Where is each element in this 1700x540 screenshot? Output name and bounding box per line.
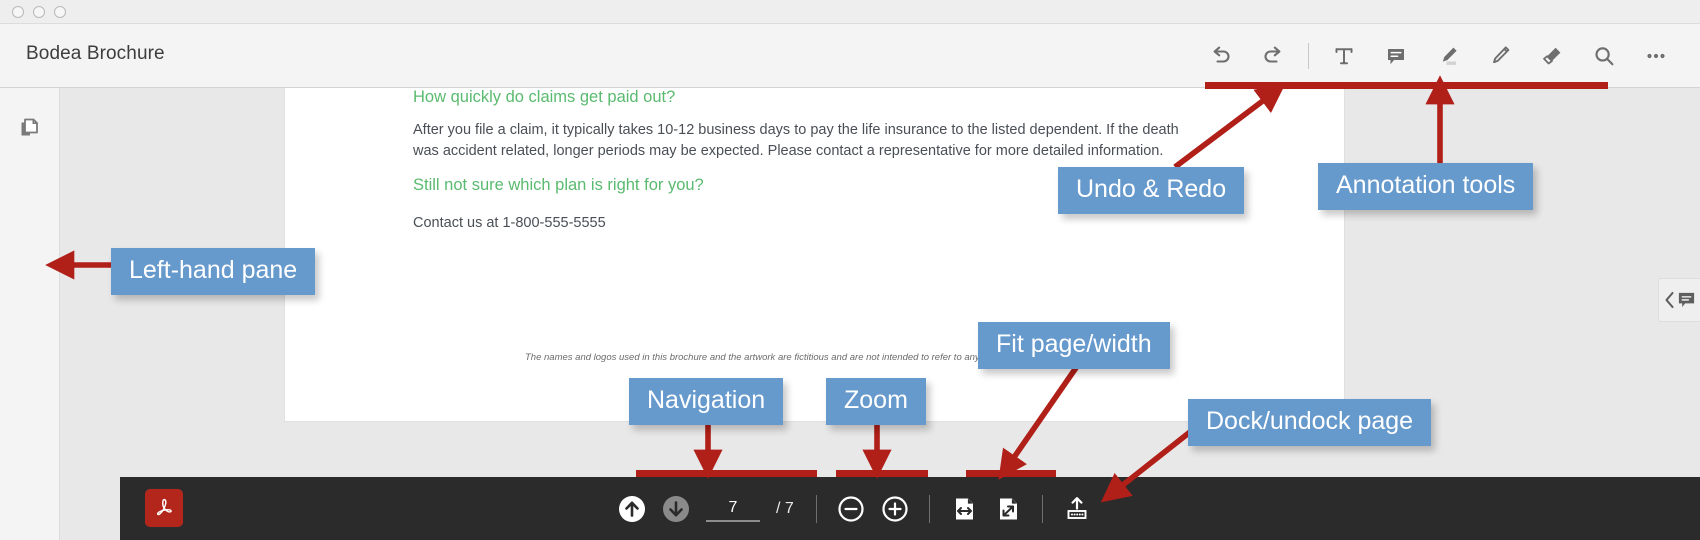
redo-button[interactable] (1247, 24, 1299, 88)
document-disclaimer: The names and logos used in this brochur… (525, 352, 1155, 363)
traffic-lights (12, 6, 66, 18)
minimize-window-button[interactable] (33, 6, 45, 18)
text-icon (1335, 48, 1353, 65)
previous-page-button[interactable] (610, 477, 654, 540)
arrow-up-circle-icon (619, 495, 645, 522)
dock-icon (1067, 496, 1087, 519)
fit-width-button[interactable] (942, 477, 986, 540)
window-titlebar (0, 0, 1700, 24)
search-button[interactable] (1578, 24, 1630, 88)
minus-circle-icon (838, 495, 864, 522)
page-thumbnails-button[interactable] (16, 114, 44, 142)
dock-undock-button[interactable] (1055, 477, 1099, 540)
current-page-input[interactable] (706, 495, 760, 522)
plus-circle-icon (882, 495, 908, 522)
undo-icon (1213, 46, 1230, 63)
controls-separator (815, 494, 817, 523)
acrobat-window: Bodea Brochure How quickly do claims get… (0, 0, 1700, 540)
controls-separator (928, 494, 930, 523)
document-heading-2: Still not sure which plan is right for y… (413, 176, 704, 194)
arrow-down-circle-icon (663, 495, 689, 522)
document-viewport[interactable]: How quickly do claims get paid out? Afte… (60, 88, 1700, 540)
highlight-button[interactable] (1422, 24, 1474, 88)
acrobat-icon (156, 498, 172, 516)
highlighter-icon (1442, 47, 1457, 65)
pencil-icon (1493, 46, 1510, 64)
more-icon (1647, 53, 1665, 59)
search-icon (1595, 47, 1614, 66)
document-paragraph-2: Contact us at 1-800-555-5555 (413, 215, 606, 231)
add-comment-button[interactable] (1370, 24, 1422, 88)
toolbar-actions (1195, 24, 1682, 88)
fit-page-button[interactable] (986, 477, 1030, 540)
toolbar-separator (1308, 43, 1309, 69)
chevron-left-icon (1664, 291, 1674, 309)
pages-icon (21, 118, 38, 136)
fit-page-icon (999, 498, 1017, 519)
maximize-window-button[interactable] (54, 6, 66, 18)
page-controls-bar: / 7 (120, 477, 1700, 540)
pdf-page: How quickly do claims get paid out? Afte… (285, 88, 1344, 421)
close-window-button[interactable] (12, 6, 24, 18)
comment-icon (1678, 292, 1694, 307)
fit-width-icon (955, 498, 973, 519)
page-title: Bodea Brochure (26, 43, 165, 64)
undo-button[interactable] (1195, 24, 1247, 88)
document-heading-1: How quickly do claims get paid out? (413, 88, 676, 106)
erase-button[interactable] (1526, 24, 1578, 88)
acrobat-app-button[interactable] (145, 489, 183, 527)
next-page-button[interactable] (654, 477, 698, 540)
left-hand-pane (0, 88, 60, 540)
add-text-button[interactable] (1318, 24, 1370, 88)
eraser-icon (1543, 47, 1561, 65)
more-button[interactable] (1630, 24, 1682, 88)
document-paragraph-1: After you file a claim, it typically tak… (413, 122, 1179, 159)
page-navigation-controls: / 7 (610, 477, 1099, 540)
zoom-in-button[interactable] (873, 477, 917, 540)
comment-icon (1388, 49, 1404, 65)
comment-panel-toggle[interactable] (1658, 278, 1700, 322)
app-toolbar: Bodea Brochure (0, 24, 1700, 88)
page-total-label: / 7 (776, 499, 794, 517)
zoom-out-button[interactable] (829, 477, 873, 540)
draw-button[interactable] (1474, 24, 1526, 88)
redo-icon (1264, 46, 1281, 63)
controls-separator (1041, 494, 1043, 523)
